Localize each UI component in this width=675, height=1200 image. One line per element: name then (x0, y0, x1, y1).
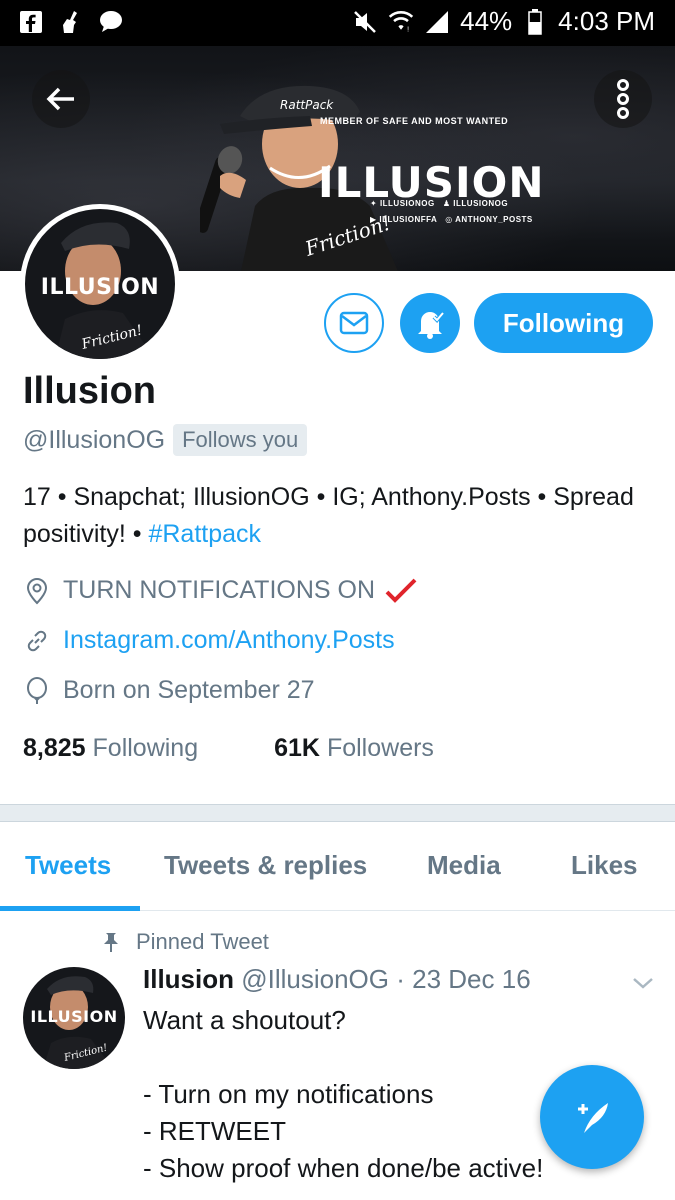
tweet-date: · 23 Dec 16 (396, 964, 531, 994)
clock: 4:03 PM (558, 6, 655, 36)
arrow-left-icon (46, 87, 74, 111)
tweet-avatar-text: ILLUSION (30, 1007, 118, 1026)
website-row: Instagram.com/Anthony.Posts (23, 626, 395, 655)
battery-icon (522, 8, 548, 35)
chat-bubble-icon (98, 9, 124, 35)
tab-media[interactable]: Media (427, 850, 501, 881)
following-count-label: Following (92, 734, 199, 762)
bio-text: 17 • Snapchat; IllusionOG • IG; Anthony.… (23, 483, 634, 548)
pinned-label: Pinned Tweet (136, 929, 269, 954)
tweet-avatar[interactable]: Friction! ILLUSION (23, 967, 125, 1069)
avatar-text: ILLUSION (40, 275, 160, 300)
followers-count-link[interactable]: 61K Followers (274, 734, 434, 763)
tab-likes[interactable]: Likes (571, 850, 638, 881)
location-text: TURN NOTIFICATIONS ON (63, 576, 376, 604)
link-icon (23, 627, 51, 655)
location-pin-icon (23, 577, 51, 605)
compose-tweet-button[interactable] (540, 1065, 644, 1169)
balloon-icon (23, 676, 51, 705)
birthday-row: Born on September 27 (23, 676, 315, 705)
signal-icon (424, 9, 450, 35)
svg-text:!: ! (407, 26, 409, 33)
chevron-down-icon[interactable] (631, 975, 655, 991)
instagram-icon: ◎ (445, 215, 453, 224)
battery-percent: 44% (460, 6, 513, 36)
active-tab-indicator (0, 906, 140, 911)
following-count-link[interactable]: 8,825 Following (23, 734, 198, 763)
direct-message-button[interactable] (324, 293, 384, 353)
tweet-header: Illusion @IllusionOG · 23 Dec 16 (143, 964, 531, 995)
twitter-icon: ✦ (370, 199, 378, 208)
profile-tabs: Tweets Tweets & replies Media Likes (0, 822, 675, 911)
profile-bio: 17 • Snapchat; IllusionOG • IG; Anthony.… (23, 479, 643, 553)
tab-tweets[interactable]: Tweets (25, 850, 111, 881)
handle-row: @IllusionOG Follows you (23, 424, 308, 456)
envelope-icon (339, 311, 369, 335)
pin-icon (104, 933, 118, 952)
quill-plus-icon (578, 1103, 608, 1133)
youtube-icon: ▶ (370, 215, 377, 224)
tweet-author-name[interactable]: Illusion (143, 964, 234, 994)
tab-tweets-replies[interactable]: Tweets & replies (164, 850, 367, 881)
following-count: 8,825 (23, 734, 86, 762)
section-divider (0, 804, 675, 822)
location-row: TURN NOTIFICATIONS ON (23, 576, 417, 605)
profile-handle: @IllusionOG (23, 425, 166, 454)
svg-text:RattPack: RattPack (280, 98, 334, 112)
notifications-button[interactable] (400, 293, 460, 353)
broom-icon (58, 9, 84, 35)
website-link[interactable]: Instagram.com/Anthony.Posts (63, 626, 395, 655)
back-button[interactable] (32, 70, 90, 128)
following-button[interactable]: Following (474, 293, 653, 353)
banner-handles: ✦ ILLUSIONOG ♟ ILLUSIONOG ▶ ILLUSIONFFA … (370, 199, 533, 224)
status-bar: ! 44% 4:03 PM (0, 0, 675, 46)
profile-avatar[interactable]: Friction! ILLUSION (20, 204, 180, 364)
bio-hashtag-link[interactable]: #Rattpack (148, 520, 261, 548)
checkmark-icon (385, 578, 417, 603)
pinned-label-row: Pinned Tweet (100, 929, 269, 955)
bell-check-icon (418, 311, 445, 339)
birthday-text: Born on September 27 (63, 676, 315, 704)
more-vertical-icon (617, 79, 629, 119)
profile-name: Illusion (23, 370, 156, 412)
follow-counts: 8,825 Following 61K Followers (23, 734, 434, 763)
follows-you-badge: Follows you (173, 424, 308, 456)
snapchat-icon: ♟ (442, 199, 451, 208)
banner-subtitle: MEMBER OF SAFE AND MOST WANTED (320, 116, 509, 126)
overflow-menu-button[interactable] (594, 70, 652, 128)
mute-icon (352, 9, 378, 35)
followers-count-label: Followers (326, 734, 434, 762)
tweet-author-handle[interactable]: @IllusionOG (241, 964, 389, 994)
wifi-icon: ! (388, 9, 414, 35)
followers-count: 61K (274, 734, 320, 762)
facebook-icon (18, 9, 44, 35)
